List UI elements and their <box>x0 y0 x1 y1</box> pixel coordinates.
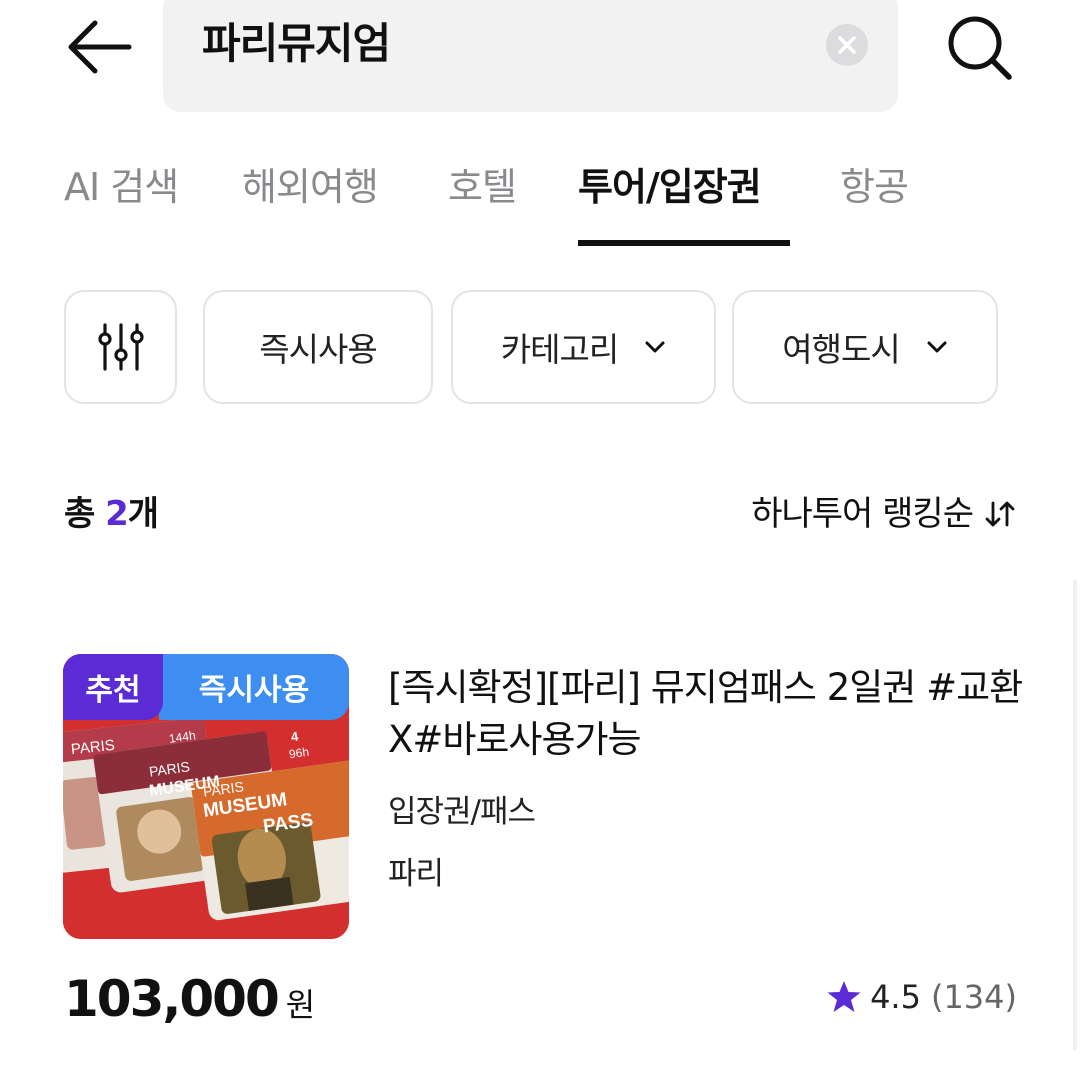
product-category: 입장권/패스 <box>388 794 536 830</box>
filter-category-dropdown[interactable]: 카테고리 <box>451 290 716 404</box>
result-count: 총 2개 <box>64 490 159 538</box>
filter-instant-use-label: 즉시사용 <box>259 330 377 369</box>
tab-tour-tickets[interactable]: 투어/입장권 <box>578 160 762 214</box>
result-count-number: 2 <box>105 494 129 534</box>
sort-button[interactable]: 하나투어 랭킹순 <box>751 490 1017 538</box>
scrollbar-track[interactable] <box>1073 580 1077 1050</box>
image-text-hours-2: 96h <box>288 744 310 762</box>
product-price: 103,000 원 <box>64 970 315 1028</box>
product-title[interactable]: [즉시확정][파리] 뮤지엄패스 2일권 #교환X#바로사용가능 <box>388 662 1028 766</box>
tab-hotel[interactable]: 호텔 <box>448 160 517 214</box>
price-unit: 원 <box>285 986 316 1024</box>
search-icon <box>948 16 1012 80</box>
product-thumbnail[interactable]: 추천 즉시사용 PARIS 144h 4 96h PARIS MUSEUM PA… <box>63 654 349 939</box>
result-count-suffix: 개 <box>127 494 159 534</box>
arrow-left-icon <box>68 20 132 74</box>
tab-flights[interactable]: 항공 <box>840 160 909 214</box>
product-rating: 4.5 (134) <box>826 978 1017 1016</box>
filter-city-label: 여행도시 <box>782 330 900 369</box>
tab-overseas-travel[interactable]: 해외여행 <box>242 160 379 214</box>
back-button[interactable] <box>62 14 138 80</box>
clear-search-button[interactable] <box>826 24 868 66</box>
tab-ai-search[interactable]: AI 검색 <box>64 160 179 214</box>
rating-value: 4.5 <box>870 978 921 1016</box>
close-icon <box>838 36 856 54</box>
category-tabs: AI 검색 해외여행 호텔 투어/입장권 항공 <box>0 150 1081 250</box>
price-value: 103,000 <box>64 970 280 1028</box>
chevron-down-icon <box>644 340 666 354</box>
sort-label: 하나투어 랭킹순 <box>751 494 974 534</box>
sort-arrows-icon <box>983 497 1017 531</box>
search-query[interactable]: 파리뮤지엄 <box>202 14 391 74</box>
filter-settings-button[interactable] <box>64 290 177 404</box>
instant-use-badge: 즉시사용 <box>159 654 349 720</box>
filter-instant-use[interactable]: 즉시사용 <box>203 290 433 404</box>
search-button[interactable] <box>940 8 1020 88</box>
active-tab-indicator <box>578 240 790 246</box>
review-count: (134) <box>930 978 1017 1016</box>
chevron-down-icon <box>926 340 948 354</box>
product-city: 파리 <box>388 856 444 892</box>
filter-city-dropdown[interactable]: 여행도시 <box>732 290 998 404</box>
recommend-badge: 추천 <box>63 654 163 720</box>
filter-category-label: 카테고리 <box>500 330 619 369</box>
sliders-icon <box>97 323 144 371</box>
star-icon <box>826 980 862 1014</box>
result-count-prefix: 총 <box>64 494 106 534</box>
